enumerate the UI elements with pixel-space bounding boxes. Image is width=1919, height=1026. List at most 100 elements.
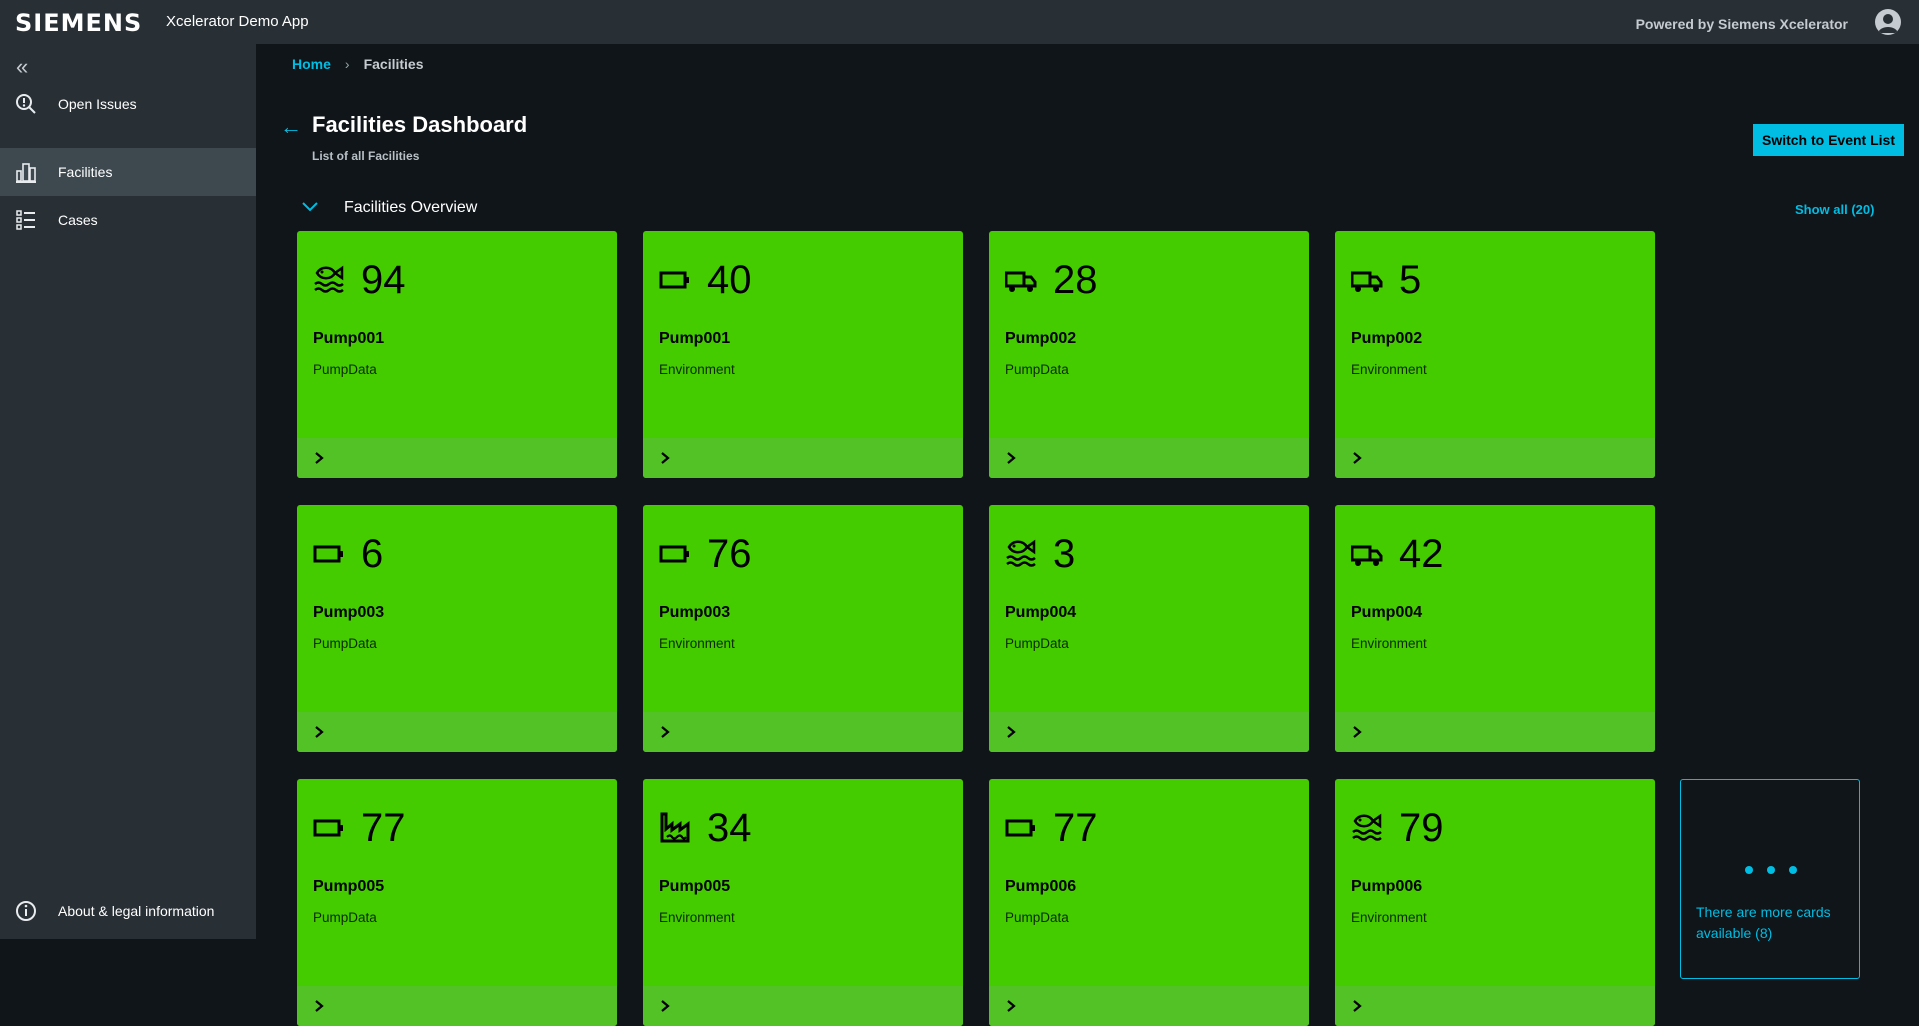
facility-card[interactable]: 79 Pump006 Environment: [1335, 779, 1655, 1026]
factory-water-icon: [660, 812, 690, 843]
card-value: 77: [361, 806, 406, 850]
breadcrumb-home-link[interactable]: Home: [292, 56, 331, 72]
list-icon: [16, 210, 35, 230]
truck-icon: [1005, 271, 1037, 292]
card-footer[interactable]: [989, 986, 1309, 1026]
chevron-right-icon: [661, 452, 670, 464]
facility-card[interactable]: 34 Pump005 Environment: [643, 779, 963, 1026]
card-name: Pump003: [659, 604, 731, 621]
card-footer[interactable]: [297, 712, 617, 752]
card-type: Environment: [659, 910, 735, 925]
card-value: 5: [1399, 258, 1422, 302]
card-name: Pump005: [659, 878, 731, 895]
facility-card[interactable]: 28 Pump002 PumpData: [989, 231, 1309, 478]
card-name: Pump006: [1005, 878, 1077, 895]
card-type: PumpData: [1005, 636, 1069, 651]
card-footer[interactable]: [1335, 438, 1655, 478]
card-footer[interactable]: [643, 712, 963, 752]
card-name: Pump006: [1351, 878, 1423, 895]
sidebar: « Open Issues Facilities Cases About & l…: [0, 44, 256, 939]
facility-card[interactable]: 6 Pump003 PumpData: [297, 505, 617, 752]
back-arrow-icon[interactable]: ←: [280, 114, 302, 140]
sidebar-item-label: Facilities: [58, 164, 113, 180]
chevron-right-icon: [1353, 1000, 1362, 1012]
facility-card[interactable]: 3 Pump004 PumpData: [989, 505, 1309, 752]
top-bar: SIEMENS Xcelerator Demo App Powered by S…: [0, 0, 1919, 44]
chevron-down-icon[interactable]: [300, 196, 320, 216]
chevron-right-icon: [661, 726, 670, 738]
card-footer[interactable]: [297, 438, 617, 478]
facility-card[interactable]: 42 Pump004 Environment: [1335, 505, 1655, 752]
card-type: PumpData: [313, 636, 377, 651]
truck-icon: [1351, 545, 1383, 566]
info-icon: [16, 901, 36, 921]
user-avatar-icon[interactable]: [1875, 9, 1901, 35]
facility-card[interactable]: 94 Pump001 PumpData: [297, 231, 617, 478]
search-alert-icon: [16, 94, 36, 114]
facility-card[interactable]: 77 Pump005 PumpData: [297, 779, 617, 1026]
battery-icon: [313, 819, 343, 837]
card-name: Pump004: [1005, 604, 1077, 621]
main-content: Home › Facilities ← Facilities Dashboard…: [256, 44, 1919, 1026]
chevron-right-icon: [315, 452, 324, 464]
card-type: PumpData: [313, 362, 377, 377]
card-type: PumpData: [313, 910, 377, 925]
facility-card[interactable]: 77 Pump006 PumpData: [989, 779, 1309, 1026]
card-type: Environment: [659, 636, 735, 651]
siemens-logo: SIEMENS: [15, 9, 143, 37]
chevron-right-icon: [1007, 1000, 1016, 1012]
more-cards-text: There are more cards available (8): [1696, 904, 1831, 941]
card-type: PumpData: [1005, 910, 1069, 925]
battery-icon: [659, 271, 689, 289]
chevron-right-icon: [315, 726, 324, 738]
chevron-right-icon: [1007, 452, 1016, 464]
card-value: 76: [707, 532, 752, 576]
card-value: 77: [1053, 806, 1098, 850]
card-name: Pump001: [313, 330, 385, 347]
card-name: Pump002: [1351, 330, 1423, 347]
chevron-right-icon: [1353, 726, 1362, 738]
sidebar-item-label: About & legal information: [58, 903, 215, 919]
fish-water-icon: [1006, 539, 1036, 567]
card-footer[interactable]: [989, 438, 1309, 478]
card-value: 6: [361, 532, 384, 576]
breadcrumb-separator: ›: [344, 56, 350, 72]
powered-by-label: Powered by Siemens Xcelerator: [1635, 16, 1848, 32]
sidebar-item-about[interactable]: About & legal information: [0, 887, 256, 935]
facility-card[interactable]: 40 Pump001 Environment: [643, 231, 963, 478]
card-name: Pump003: [313, 604, 385, 621]
sidebar-item-facilities[interactable]: Facilities: [0, 148, 256, 196]
chevron-right-icon: [661, 1000, 670, 1012]
card-type: Environment: [1351, 362, 1427, 377]
sidebar-item-label: Open Issues: [58, 96, 137, 112]
card-value: 28: [1053, 258, 1098, 302]
section-title: Facilities Overview: [344, 199, 478, 216]
app-name: Xcelerator Demo App: [166, 13, 309, 30]
card-footer[interactable]: [1335, 986, 1655, 1026]
card-footer[interactable]: [297, 986, 617, 1026]
card-footer[interactable]: [643, 438, 963, 478]
card-type: Environment: [1351, 636, 1427, 651]
fish-water-icon: [1352, 813, 1382, 841]
sidebar-item-open-issues[interactable]: Open Issues: [0, 80, 256, 128]
breadcrumb: Home › Facilities: [292, 56, 424, 72]
card-type: Environment: [1351, 910, 1427, 925]
page-title: Facilities Dashboard: [312, 112, 528, 137]
more-cards-tile[interactable]: There are more cards available (8): [1680, 779, 1860, 979]
sidebar-item-label: Cases: [58, 212, 98, 228]
fish-water-icon: [314, 265, 344, 293]
facility-card[interactable]: 5 Pump002 Environment: [1335, 231, 1655, 478]
switch-to-event-list-button[interactable]: Switch to Event List: [1753, 124, 1904, 156]
battery-icon: [1005, 819, 1035, 837]
collapse-sidebar-icon[interactable]: «: [16, 56, 28, 78]
facility-card[interactable]: 76 Pump003 Environment: [643, 505, 963, 752]
card-footer[interactable]: [1335, 712, 1655, 752]
ellipsis-icon: [1745, 866, 1797, 874]
card-name: Pump005: [313, 878, 385, 895]
card-footer[interactable]: [989, 712, 1309, 752]
card-footer[interactable]: [643, 986, 963, 1026]
building-icon: [16, 163, 36, 183]
sidebar-item-cases[interactable]: Cases: [0, 196, 256, 244]
show-all-link[interactable]: Show all (20): [1795, 202, 1874, 217]
page-subtitle: List of all Facilities: [312, 149, 420, 163]
